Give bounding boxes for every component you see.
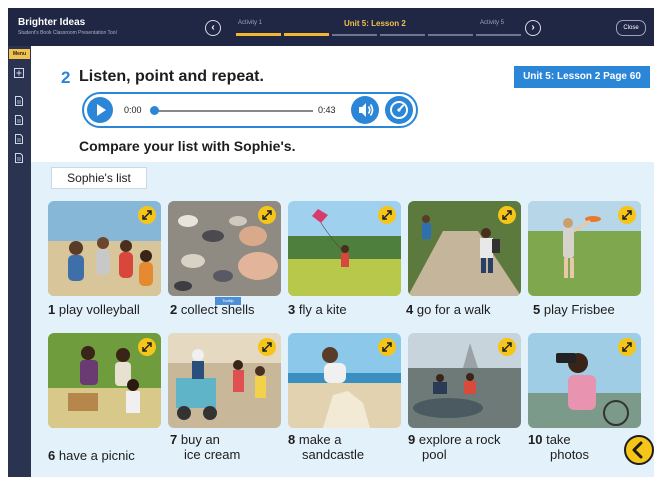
activity-card-9[interactable]	[408, 333, 521, 428]
progress-segment[interactable]	[428, 34, 473, 36]
activity-label: make a	[298, 432, 342, 447]
expand-icon[interactable]	[618, 338, 636, 356]
scrubber-handle[interactable]	[150, 106, 159, 115]
page-icon[interactable]	[14, 115, 24, 125]
activity-caption: 6 have a picnic	[48, 448, 135, 463]
page-icon[interactable]	[14, 96, 24, 106]
activity-caption: 2 collect shells	[170, 302, 255, 317]
audio-scrubber[interactable]	[152, 110, 313, 112]
expand-icon[interactable]	[498, 206, 516, 224]
unit-page-button[interactable]: Unit 5: Lesson 2 Page 60	[514, 66, 650, 88]
speed-button[interactable]	[385, 96, 413, 124]
add-icon[interactable]	[14, 68, 24, 78]
activity-number: 2	[170, 302, 178, 317]
instruction-text: Compare your list with Sophie's.	[79, 138, 296, 154]
activity-number: 7	[170, 432, 178, 447]
activity-caption: 7 buy an ice cream	[170, 432, 240, 462]
hover-tooltip: Tooltip	[215, 297, 241, 305]
expand-icon[interactable]	[618, 206, 636, 224]
activity-label-line2: pool	[422, 447, 447, 462]
progress-segment[interactable]	[380, 34, 425, 36]
speed-icon	[390, 101, 408, 119]
next-activity-button[interactable]: ›	[525, 20, 541, 36]
back-button[interactable]	[624, 435, 654, 465]
activity-caption: 10 take photos	[528, 432, 589, 462]
activity-label-line2: photos	[550, 447, 590, 462]
activity-card-7[interactable]	[168, 333, 281, 428]
expand-icon[interactable]	[378, 206, 396, 224]
activity-number: 6	[48, 448, 56, 463]
app-subtitle: Student's Book Classroom Presentation To…	[18, 30, 117, 36]
exercise-title: Listen, point and repeat.	[79, 68, 264, 85]
activity-number: 8	[288, 432, 296, 447]
app-window: Brighter Ideas Student's Book Classroom …	[0, 0, 662, 477]
activity-card-10[interactable]	[528, 333, 641, 428]
activity-number: 1	[48, 302, 56, 317]
progress-segment[interactable]	[236, 33, 281, 36]
top-bar: Brighter Ideas Student's Book Classroom …	[8, 8, 654, 46]
activity-card-5[interactable]	[528, 201, 641, 296]
sophies-list-label: Sophie's list	[51, 167, 147, 189]
volume-icon	[359, 103, 374, 117]
audio-player: 0:00 0:43	[82, 92, 418, 128]
expand-icon[interactable]	[258, 338, 276, 356]
activity-card-2[interactable]	[168, 201, 281, 296]
activity-caption: 8 make a sandcastle	[288, 432, 364, 462]
activity-caption: 5 play Frisbee	[533, 302, 615, 317]
progress-segment[interactable]	[332, 34, 377, 36]
step-label-current: Unit 5: Lesson 2	[344, 19, 406, 28]
play-button[interactable]	[87, 97, 113, 123]
exercise-number: 2	[61, 68, 71, 87]
play-icon	[97, 104, 106, 116]
activity-card-6[interactable]	[48, 333, 161, 428]
activity-caption: 1 play volleyball	[48, 302, 140, 317]
expand-icon[interactable]	[498, 338, 516, 356]
expand-icon[interactable]	[378, 338, 396, 356]
activity-number: 10	[528, 432, 543, 447]
activity-number: 9	[408, 432, 416, 447]
page-icon[interactable]	[14, 134, 24, 144]
brand: Brighter Ideas Student's Book Classroom …	[18, 17, 117, 36]
current-time: 0:00	[124, 105, 142, 115]
activity-label: take	[546, 432, 571, 447]
activity-number: 3	[288, 302, 296, 317]
volume-button[interactable]	[351, 96, 379, 124]
sidebar: Menu	[8, 46, 31, 477]
activity-number: 5	[533, 302, 541, 317]
duration: 0:43	[318, 105, 336, 115]
activity-label: have a picnic	[58, 448, 135, 463]
menu-button[interactable]: Menu	[9, 49, 30, 59]
expand-icon[interactable]	[138, 338, 156, 356]
activity-card-3[interactable]	[288, 201, 401, 296]
main-content: 2 Listen, point and repeat. Unit 5: Less…	[31, 46, 654, 477]
progress-segment[interactable]	[284, 33, 329, 36]
activity-label: go for a walk	[416, 302, 491, 317]
activity-label-line2: ice cream	[184, 447, 241, 462]
activity-caption: 4 go for a walk	[406, 302, 491, 317]
activity-label: fly a kite	[298, 302, 347, 317]
activity-number: 4	[406, 302, 414, 317]
previous-activity-button[interactable]: ‹	[205, 20, 221, 36]
activity-caption: 3 fly a kite	[288, 302, 347, 317]
activity-card-1[interactable]	[48, 201, 161, 296]
step-label-next[interactable]: Activity 5	[480, 20, 504, 26]
expand-icon[interactable]	[138, 206, 156, 224]
progress-segment[interactable]	[476, 34, 521, 36]
activity-label: play Frisbee	[543, 302, 615, 317]
activity-label-line2: sandcastle	[302, 447, 365, 462]
app-title: Brighter Ideas	[18, 17, 86, 28]
activity-label: buy an	[180, 432, 220, 447]
activity-card-8[interactable]	[288, 333, 401, 428]
close-button[interactable]: Close	[616, 20, 646, 36]
step-label-prev[interactable]: Activity 1	[238, 20, 262, 26]
activity-label: explore a rock	[418, 432, 501, 447]
page-icon[interactable]	[14, 153, 24, 163]
expand-icon[interactable]	[258, 206, 276, 224]
chevron-left-icon	[632, 441, 643, 459]
activity-caption: 9 explore a rock pool	[408, 432, 501, 462]
activity-card-4[interactable]	[408, 201, 521, 296]
activity-label: play volleyball	[58, 302, 140, 317]
activity-progress: Activity 1 Unit 5: Lesson 2 Activity 5	[230, 18, 521, 38]
